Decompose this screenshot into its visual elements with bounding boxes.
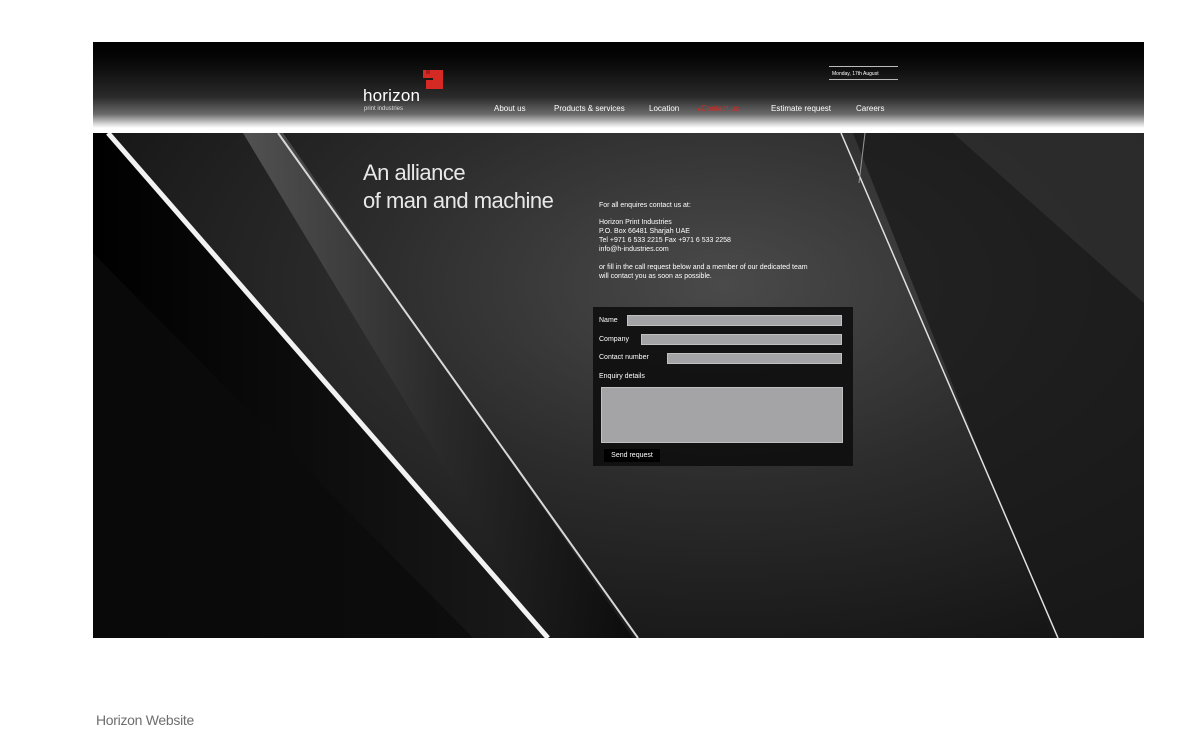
- hero-section: An alliance of man and machine For all e…: [93, 133, 1144, 638]
- contact-note-1: or fill in the call request below and a …: [599, 264, 808, 271]
- company-input[interactable]: [641, 334, 842, 345]
- contact-info: For all enquires contact us at: Horizon …: [599, 201, 849, 281]
- main-nav: About us Products & services Location Co…: [93, 103, 1144, 115]
- contact-number-label: Contact number: [599, 354, 649, 361]
- nav-estimate-request[interactable]: Estimate request: [771, 103, 831, 115]
- logo-mark-icon: [423, 70, 443, 89]
- site-header: horizon print industries Monday, 17th Au…: [93, 42, 1144, 128]
- website-screenshot: horizon print industries Monday, 17th Au…: [93, 42, 1144, 638]
- image-caption: Horizon Website: [96, 712, 194, 728]
- current-date: Monday, 17th August: [829, 66, 898, 80]
- contact-number-input[interactable]: [667, 353, 842, 364]
- nav-contact-us[interactable]: Contact us: [698, 103, 739, 116]
- name-label: Name: [599, 317, 618, 324]
- hero-tagline: An alliance of man and machine: [363, 159, 554, 215]
- nav-careers[interactable]: Careers: [856, 103, 884, 115]
- tagline-line-2: of man and machine: [363, 188, 554, 213]
- enquiry-label: Enquiry details: [599, 373, 645, 380]
- nav-products-services[interactable]: Products & services: [554, 103, 625, 115]
- name-input[interactable]: [627, 315, 842, 326]
- contact-phones: Tel +971 6 533 2215 Fax +971 6 533 2258: [599, 237, 731, 244]
- contact-email[interactable]: info@h-industries.com: [599, 245, 849, 254]
- nav-about-us[interactable]: About us: [494, 103, 526, 115]
- contact-company: Horizon Print Industries: [599, 219, 672, 226]
- company-label: Company: [599, 336, 629, 343]
- contact-note-2: will contact you as soon as possible.: [599, 273, 712, 280]
- enquiry-textarea[interactable]: [601, 387, 843, 443]
- contact-intro: For all enquires contact us at:: [599, 202, 691, 209]
- contact-address: P.O. Box 66481 Sharjah UAE: [599, 228, 690, 235]
- tagline-line-1: An alliance: [363, 160, 466, 185]
- send-request-button[interactable]: Send request: [604, 449, 660, 462]
- nav-location[interactable]: Location: [649, 103, 679, 115]
- call-request-form: Name Company Contact number Enquiry deta…: [593, 307, 853, 466]
